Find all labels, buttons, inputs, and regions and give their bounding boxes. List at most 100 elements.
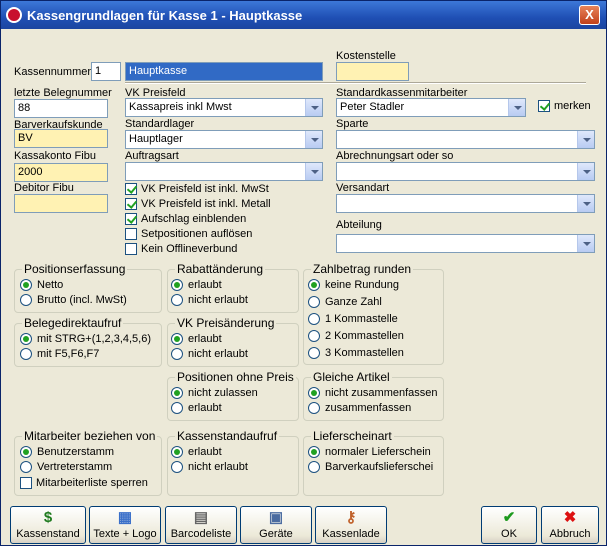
radio-nicht-zusammenfassen[interactable]: nicht zusammenfassen bbox=[308, 387, 438, 401]
radio-keine-rundung[interactable]: keine Rundung bbox=[308, 279, 399, 293]
radio-netto[interactable]: Netto bbox=[20, 279, 63, 293]
radio-dot[interactable] bbox=[171, 461, 183, 474]
kassakonto-input[interactable]: 2000 bbox=[14, 163, 108, 182]
auftragsart-label: Auftragsart bbox=[125, 150, 179, 162]
letzte-belegnummer-input[interactable]: 88 bbox=[14, 99, 108, 118]
radio-kassenstand-erlaubt[interactable]: erlaubt bbox=[171, 446, 222, 460]
abrechnungsart-select[interactable] bbox=[336, 162, 595, 181]
radio-3-kommastellen[interactable]: 3 Kommastellen bbox=[308, 347, 404, 361]
checkbox-merken[interactable]: merken bbox=[538, 100, 591, 114]
radio-dot[interactable] bbox=[308, 296, 320, 309]
group-gleiche-artikel: Gleiche Artikel nicht zusammenfassen zus… bbox=[303, 370, 444, 421]
radio-dot[interactable] bbox=[308, 402, 320, 415]
debitor-fibu-input[interactable] bbox=[14, 194, 108, 213]
checkbox-vk-metall[interactable]: VK Preisfeld ist inkl. Metall bbox=[125, 198, 271, 212]
checkbox-offlineverbund[interactable]: Kein Offlineverbund bbox=[125, 243, 237, 257]
radio-ohnepreis-erlaubt[interactable]: erlaubt bbox=[171, 402, 222, 416]
radio-benutzerstamm[interactable]: Benutzerstamm bbox=[20, 446, 114, 460]
radio-dot[interactable] bbox=[171, 387, 183, 400]
debitor-fibu-label: Debitor Fibu bbox=[14, 182, 74, 194]
radio-1-kommastelle[interactable]: 1 Kommastelle bbox=[308, 313, 398, 327]
radio-ganze-zahl[interactable]: Ganze Zahl bbox=[308, 296, 382, 310]
key-icon: ⚷ bbox=[345, 509, 357, 526]
checkbox-box[interactable] bbox=[125, 183, 137, 196]
radio-2-kommastellen[interactable]: 2 Kommastellen bbox=[308, 330, 404, 344]
versandart-select[interactable] bbox=[336, 194, 595, 213]
title-bar[interactable]: Kassengrundlagen für Kasse 1 - Hauptkass… bbox=[1, 1, 606, 29]
standardlager-select[interactable]: Hauptlager bbox=[125, 130, 323, 149]
radio-dot[interactable] bbox=[20, 279, 32, 292]
group-zahlbetrag-runden: Zahlbetrag runden keine Rundung Ganze Za… bbox=[303, 262, 444, 365]
barcodeliste-button[interactable]: ▤ Barcodeliste bbox=[165, 506, 237, 544]
kassenstand-button[interactable]: $ Kassenstand bbox=[10, 506, 86, 544]
radio-dot[interactable] bbox=[20, 333, 32, 346]
mitarbeiter-select[interactable]: Peter Stadler bbox=[336, 98, 526, 117]
checkbox-mitarbeiterliste-sperren[interactable]: Mitarbeiterliste sperren bbox=[20, 477, 148, 491]
kassenname-input[interactable]: Hauptkasse bbox=[125, 62, 323, 81]
radio-vkpreis-nicht[interactable]: nicht erlaubt bbox=[171, 348, 248, 362]
checkbox-aufschlag[interactable]: Aufschlag einblenden bbox=[125, 213, 246, 227]
abrechnungsart-label: Abrechnungsart oder so bbox=[336, 150, 454, 162]
geraete-button[interactable]: ▣ Geräte bbox=[240, 506, 312, 544]
radio-dot[interactable] bbox=[308, 313, 320, 326]
sparte-select[interactable] bbox=[336, 130, 595, 149]
texte-logo-button[interactable]: ▦ Texte + Logo bbox=[89, 506, 161, 544]
radio-dot[interactable] bbox=[20, 461, 32, 474]
kostenstelle-label: Kostenstelle bbox=[336, 50, 396, 62]
radio-dot[interactable] bbox=[171, 279, 183, 292]
chevron-down-icon bbox=[305, 131, 322, 148]
radio-barverkaufslieferschein[interactable]: Barverkaufslieferschei bbox=[308, 461, 433, 475]
radio-dot[interactable] bbox=[308, 387, 320, 400]
abbruch-button[interactable]: ✖ Abbruch bbox=[541, 506, 599, 544]
checkbox-box[interactable] bbox=[125, 243, 137, 256]
radio-brutto[interactable]: Brutto (incl. MwSt) bbox=[20, 294, 127, 308]
radio-dot[interactable] bbox=[20, 294, 32, 307]
checkmark-icon: ✔ bbox=[502, 509, 516, 526]
auftragsart-select[interactable] bbox=[125, 162, 323, 181]
radio-dot[interactable] bbox=[308, 347, 320, 360]
kostenstelle-input[interactable] bbox=[336, 62, 409, 81]
vk-preisfeld-select[interactable]: Kassapreis inkl Mwst bbox=[125, 98, 323, 117]
radio-vkpreis-erlaubt[interactable]: erlaubt bbox=[171, 333, 222, 347]
radio-dot[interactable] bbox=[171, 294, 183, 307]
kassennummer-input[interactable]: 1 bbox=[91, 62, 121, 81]
checkbox-box[interactable] bbox=[538, 100, 550, 113]
chevron-down-icon bbox=[577, 131, 594, 148]
radio-dot[interactable] bbox=[171, 348, 183, 361]
radio-dot[interactable] bbox=[20, 348, 32, 361]
radio-dot[interactable] bbox=[308, 330, 320, 343]
ok-button[interactable]: ✔ OK bbox=[481, 506, 537, 544]
checkbox-box[interactable] bbox=[125, 228, 137, 241]
barverkaufskunde-input[interactable]: BV bbox=[14, 129, 108, 148]
checkbox-box[interactable] bbox=[125, 213, 137, 226]
radio-kassenstand-nicht[interactable]: nicht erlaubt bbox=[171, 461, 248, 475]
radio-rabatt-erlaubt[interactable]: erlaubt bbox=[171, 279, 222, 293]
chevron-down-icon bbox=[305, 99, 322, 116]
radio-dot[interactable] bbox=[308, 461, 320, 474]
radio-dot[interactable] bbox=[308, 446, 320, 459]
radio-dot[interactable] bbox=[171, 402, 183, 415]
radio-zusammenfassen[interactable]: zusammenfassen bbox=[308, 402, 411, 416]
abteilung-select[interactable] bbox=[336, 234, 595, 253]
radio-dot[interactable] bbox=[171, 333, 183, 346]
radio-dot[interactable] bbox=[171, 446, 183, 459]
checkbox-box[interactable] bbox=[20, 477, 32, 490]
radio-dot[interactable] bbox=[20, 446, 32, 459]
radio-strg[interactable]: mit STRG+(1,2,3,4,5,6) bbox=[20, 333, 151, 347]
radio-rabatt-nicht[interactable]: nicht erlaubt bbox=[171, 294, 248, 308]
checkbox-vk-mwst[interactable]: VK Preisfeld ist inkl. MwSt bbox=[125, 183, 269, 197]
dialog-window: Kassengrundlagen für Kasse 1 - Hauptkass… bbox=[0, 0, 607, 546]
radio-f5f6f7[interactable]: mit F5,F6,F7 bbox=[20, 348, 99, 362]
checkbox-setpositionen[interactable]: Setpositionen auflösen bbox=[125, 228, 252, 242]
group-vk-preisaenderung: VK Preisänderung erlaubt nicht erlaubt bbox=[167, 316, 299, 367]
kassakonto-label: Kassakonto Fibu bbox=[14, 150, 96, 162]
close-button[interactable]: X bbox=[579, 5, 600, 25]
checkbox-box[interactable] bbox=[125, 198, 137, 211]
radio-dot[interactable] bbox=[308, 279, 320, 292]
radio-nicht-zulassen[interactable]: nicht zulassen bbox=[171, 387, 258, 401]
kassenlade-button[interactable]: ⚷ Kassenlade bbox=[315, 506, 387, 544]
app-logo-icon bbox=[6, 7, 22, 23]
radio-normaler-lieferschein[interactable]: normaler Lieferschein bbox=[308, 446, 431, 460]
group-mitarbeiter-beziehen: Mitarbeiter beziehen von Benutzerstamm V… bbox=[14, 429, 162, 496]
radio-vertreterstamm[interactable]: Vertreterstamm bbox=[20, 461, 112, 475]
